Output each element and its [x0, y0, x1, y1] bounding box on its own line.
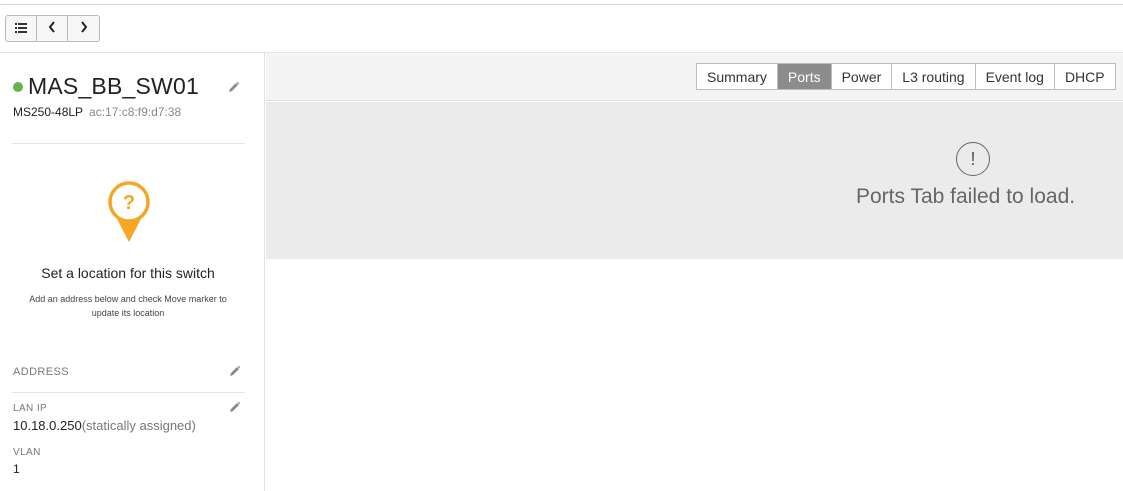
- vlan-label: VLAN: [13, 447, 41, 458]
- edit-address-icon[interactable]: [229, 364, 241, 382]
- device-model: MS250-48LP: [13, 105, 84, 119]
- list-icon: [15, 20, 27, 38]
- tab-power[interactable]: Power: [832, 64, 893, 89]
- tab-event-log[interactable]: Event log: [976, 64, 1055, 89]
- chevron-right-icon: [80, 20, 88, 38]
- exclamation-icon: !: [956, 142, 990, 176]
- device-name: MAS_BB_SW01: [28, 73, 199, 99]
- online-status-dot: [13, 82, 23, 92]
- main-content: Summary Ports Power L3 routing Event log…: [266, 53, 1123, 491]
- address-label: ADDRESS: [13, 366, 69, 378]
- lan-ip-value: 10.18.0.250: [13, 418, 82, 433]
- svg-text:?: ?: [123, 192, 135, 214]
- tab-bar: Summary Ports Power L3 routing Event log…: [696, 63, 1116, 90]
- tabs-header: Summary Ports Power L3 routing Event log…: [266, 53, 1123, 101]
- top-border: [0, 4, 1123, 5]
- location-help-text: Add an address below and check Move mark…: [29, 294, 227, 318]
- chevron-left-icon: [48, 20, 56, 38]
- edit-name-icon[interactable]: [228, 80, 240, 98]
- tab-dhcp[interactable]: DHCP: [1055, 64, 1116, 89]
- divider: [12, 143, 245, 144]
- edit-lan-ip-icon[interactable]: [229, 400, 241, 418]
- lan-ip-value-line: 10.18.0.250(statically assigned): [13, 418, 196, 433]
- previous-button[interactable]: [37, 16, 68, 41]
- error-panel: ! Ports Tab failed to load.: [266, 102, 1123, 259]
- device-mac: ac:17:c8:f9:d7:38: [89, 105, 182, 119]
- error-message: Ports Tab failed to load.: [856, 185, 1076, 208]
- model-line: MS250-48LP ac:17:c8:f9:d7:38: [13, 105, 181, 119]
- vlan-value: 1: [13, 462, 20, 476]
- lan-ip-label: LAN IP: [13, 403, 48, 414]
- next-button[interactable]: [68, 16, 99, 41]
- location-title: Set a location for this switch: [41, 265, 215, 281]
- tab-summary[interactable]: Summary: [697, 64, 778, 89]
- lan-ip-note: (statically assigned): [81, 418, 196, 433]
- list-view-button[interactable]: [6, 16, 37, 41]
- device-sidebar: MAS_BB_SW01 MS250-48LP ac:17:c8:f9:d7:38 …: [0, 53, 265, 491]
- toolbar: [5, 15, 100, 42]
- divider: [12, 392, 245, 393]
- tab-l3-routing[interactable]: L3 routing: [892, 64, 976, 89]
- tab-ports[interactable]: Ports: [777, 64, 832, 89]
- map-pin-icon: ?: [106, 181, 152, 248]
